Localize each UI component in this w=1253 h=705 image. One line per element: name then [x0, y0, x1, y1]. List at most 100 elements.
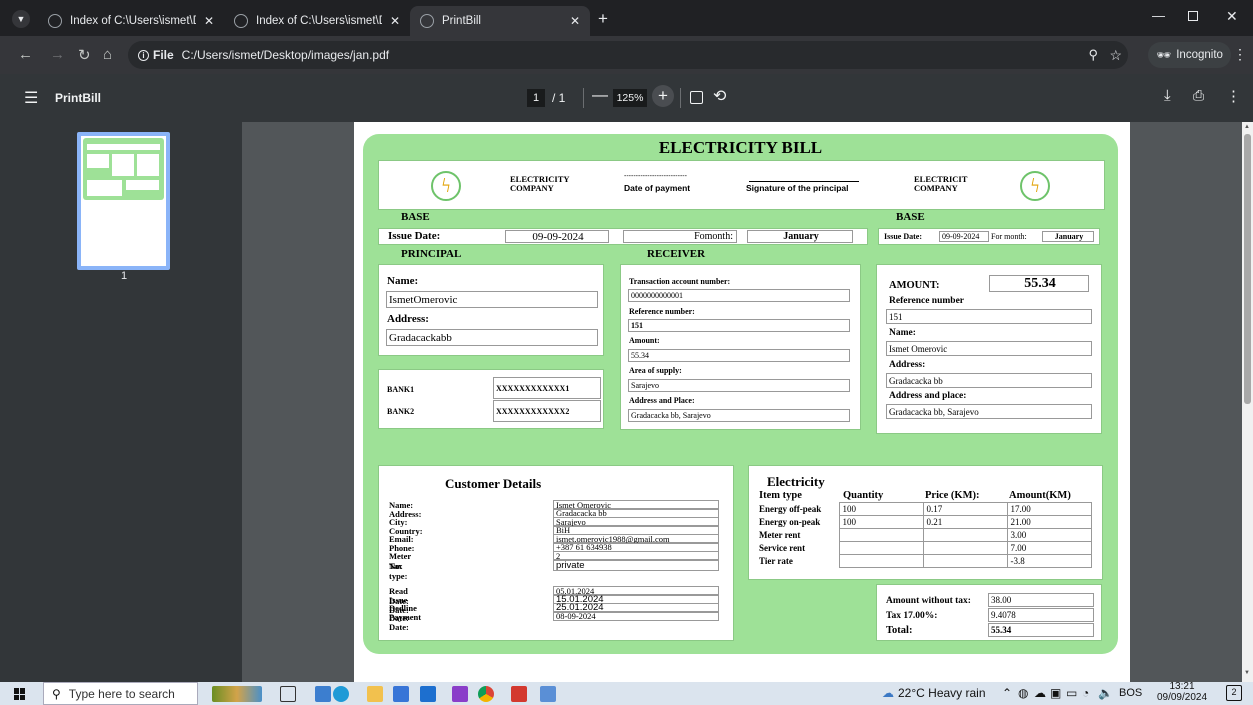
battery-icon[interactable]: ▭: [1066, 686, 1077, 700]
address-bar[interactable]: i File C:/Users/ismet/Desktop/images/jan…: [128, 41, 1128, 69]
banks-box: BANK1 XXXXXXXXXXXX1 BANK2 XXXXXXXXXXXX2: [378, 369, 604, 429]
notification-icon[interactable]: 2: [1226, 685, 1242, 701]
zoom-out-icon[interactable]: —: [592, 87, 608, 105]
forward-icon[interactable]: →: [50, 46, 65, 63]
taskbar-search[interactable]: ⚲ Type here to search: [43, 682, 198, 705]
window-close-icon[interactable]: ✕: [1226, 8, 1238, 25]
month-field: January: [1042, 231, 1094, 242]
issue-date-label: Issue Date:: [388, 230, 441, 242]
search-icon: ⚲: [52, 686, 61, 701]
date-dashes: ---------------------------: [624, 173, 687, 180]
rotate-icon[interactable]: ⟲: [713, 86, 726, 106]
ref-label: Reference number:: [629, 307, 695, 316]
new-tab-button[interactable]: +: [598, 9, 608, 29]
addr-field: Gradacacka bb, Sarajevo: [628, 409, 850, 422]
home-icon[interactable]: ⌂: [103, 46, 112, 63]
tab-search-button[interactable]: ▼: [12, 10, 30, 28]
windows-start-icon[interactable]: [14, 688, 26, 700]
task-view-icon[interactable]: [280, 686, 296, 702]
vertical-scrollbar[interactable]: ▲ ▼: [1242, 122, 1253, 682]
hamburger-menu-icon[interactable]: ☰: [24, 88, 38, 108]
language-indicator[interactable]: BOS: [1119, 687, 1142, 699]
col-qty-header: Quantity: [843, 490, 884, 501]
close-icon[interactable]: ✕: [570, 14, 580, 28]
bookmark-star-icon[interactable]: ☆: [1109, 47, 1122, 64]
totals-box: Amount without tax: 38.00 Tax 17.00%: 9.…: [876, 584, 1102, 641]
item-cell: Meter rent: [759, 530, 801, 540]
print-icon[interactable]: ⎙: [1193, 87, 1204, 104]
display-icon[interactable]: ▣: [1050, 686, 1061, 700]
scroll-thumb[interactable]: [1244, 134, 1251, 404]
table-row: Tier rate -3.8: [757, 554, 1092, 568]
site-info-chip[interactable]: i File: [138, 48, 174, 62]
mail-icon[interactable]: [420, 686, 436, 702]
address-label: Address:: [387, 313, 429, 325]
minimize-icon[interactable]: —: [1152, 8, 1165, 23]
windows-taskbar: ⚲ Type here to search ☁ 22°C Heavy rain …: [0, 681, 1253, 705]
bank1-field: XXXXXXXXXXXX1: [493, 377, 601, 399]
reload-icon[interactable]: ↻: [78, 46, 91, 64]
tray-chevron-icon[interactable]: ⌃: [1002, 686, 1012, 700]
more-options-icon[interactable]: ⋮: [1226, 87, 1241, 105]
url-text: C:/Users/ismet/Desktop/images/jan.pdf: [181, 48, 390, 62]
address-field: Gradacackabb: [386, 329, 598, 346]
amount-cell: -3.8: [1006, 554, 1092, 568]
fit-page-icon[interactable]: [690, 91, 703, 104]
electricity-bill: ELECTRICITY BILL ϟ ELECTRICITY COMPANY -…: [363, 134, 1118, 654]
zoom-in-icon[interactable]: +: [652, 85, 674, 107]
chrome-icon[interactable]: [478, 686, 494, 702]
name-field: Ismet Omerovic: [886, 341, 1092, 356]
globe-icon: [48, 14, 62, 28]
zoom-icon[interactable]: ⚲: [1088, 47, 1098, 63]
issue-date-label: Issue Date:: [884, 232, 922, 241]
store-icon[interactable]: [393, 686, 409, 702]
weather-widget[interactable]: ☁ 22°C Heavy rain: [882, 686, 986, 700]
name-label: Name:: [387, 275, 419, 287]
divider: [583, 88, 584, 108]
restore-icon[interactable]: [1188, 11, 1198, 21]
page-thumbnail[interactable]: [77, 132, 170, 270]
issue-date-field: 09-09-2024: [939, 231, 989, 242]
edge-icon[interactable]: [333, 686, 349, 702]
area-field: Sarajevo: [628, 379, 850, 392]
url-scheme: File: [153, 48, 174, 62]
tab-printbill[interactable]: PrintBill ✕: [410, 6, 590, 36]
place-field: Gradacacka bb, Sarajevo: [886, 404, 1092, 419]
page-input[interactable]: 1: [527, 89, 545, 107]
vscode-icon[interactable]: [315, 686, 331, 702]
close-icon[interactable]: ✕: [390, 14, 400, 28]
scroll-down-icon[interactable]: ▼: [1244, 670, 1250, 676]
onedrive-icon[interactable]: ☁: [1034, 686, 1046, 700]
incognito-badge[interactable]: 🕶 Incognito: [1148, 42, 1231, 68]
xampp-icon[interactable]: [511, 686, 527, 702]
back-icon[interactable]: ←: [18, 46, 33, 63]
news-widget-icon[interactable]: [212, 686, 262, 702]
qty-cell: 100: [838, 515, 924, 529]
bank2-label: BANK2: [387, 407, 415, 416]
scroll-up-icon[interactable]: ▲: [1244, 124, 1250, 130]
download-icon[interactable]: ⤓: [1164, 87, 1171, 104]
row-label: Payment Date:: [389, 611, 422, 632]
installer-icon[interactable]: [540, 686, 556, 702]
qty-cell: [838, 541, 924, 555]
file-explorer-icon[interactable]: [367, 686, 383, 702]
close-icon[interactable]: ✕: [204, 14, 214, 28]
ref-field: 151: [886, 309, 1092, 324]
table-row: Energy off-peak 100 0.17 17.00: [757, 502, 1092, 516]
tab-index-2[interactable]: Index of C:\Users\ismet\Deskto ✕: [224, 6, 410, 36]
incognito-icon: 🕶: [1156, 48, 1172, 62]
divider: [680, 88, 681, 108]
signature-line: [749, 181, 859, 182]
zoom-level[interactable]: 125%: [613, 89, 647, 107]
lightning-logo-icon: ϟ: [1020, 171, 1050, 201]
tray-app-icon[interactable]: ◍: [1018, 686, 1028, 700]
wifi-icon[interactable]: ◔: [1082, 686, 1089, 700]
menu-dots-icon[interactable]: ⋮: [1233, 46, 1247, 63]
name-label: Name:: [889, 328, 916, 338]
electricity-table: Energy off-peak 100 0.17 17.00 Energy on-pe…: [757, 502, 1092, 568]
volume-icon[interactable]: 🔈: [1098, 686, 1113, 700]
tab-index-1[interactable]: Index of C:\Users\ismet\Deskto ✕: [38, 6, 224, 36]
clock[interactable]: 13:21 09/09/2024: [1150, 681, 1214, 703]
phpstorm-icon[interactable]: [452, 686, 468, 702]
name-field: IsmetOmerovic: [386, 291, 598, 308]
